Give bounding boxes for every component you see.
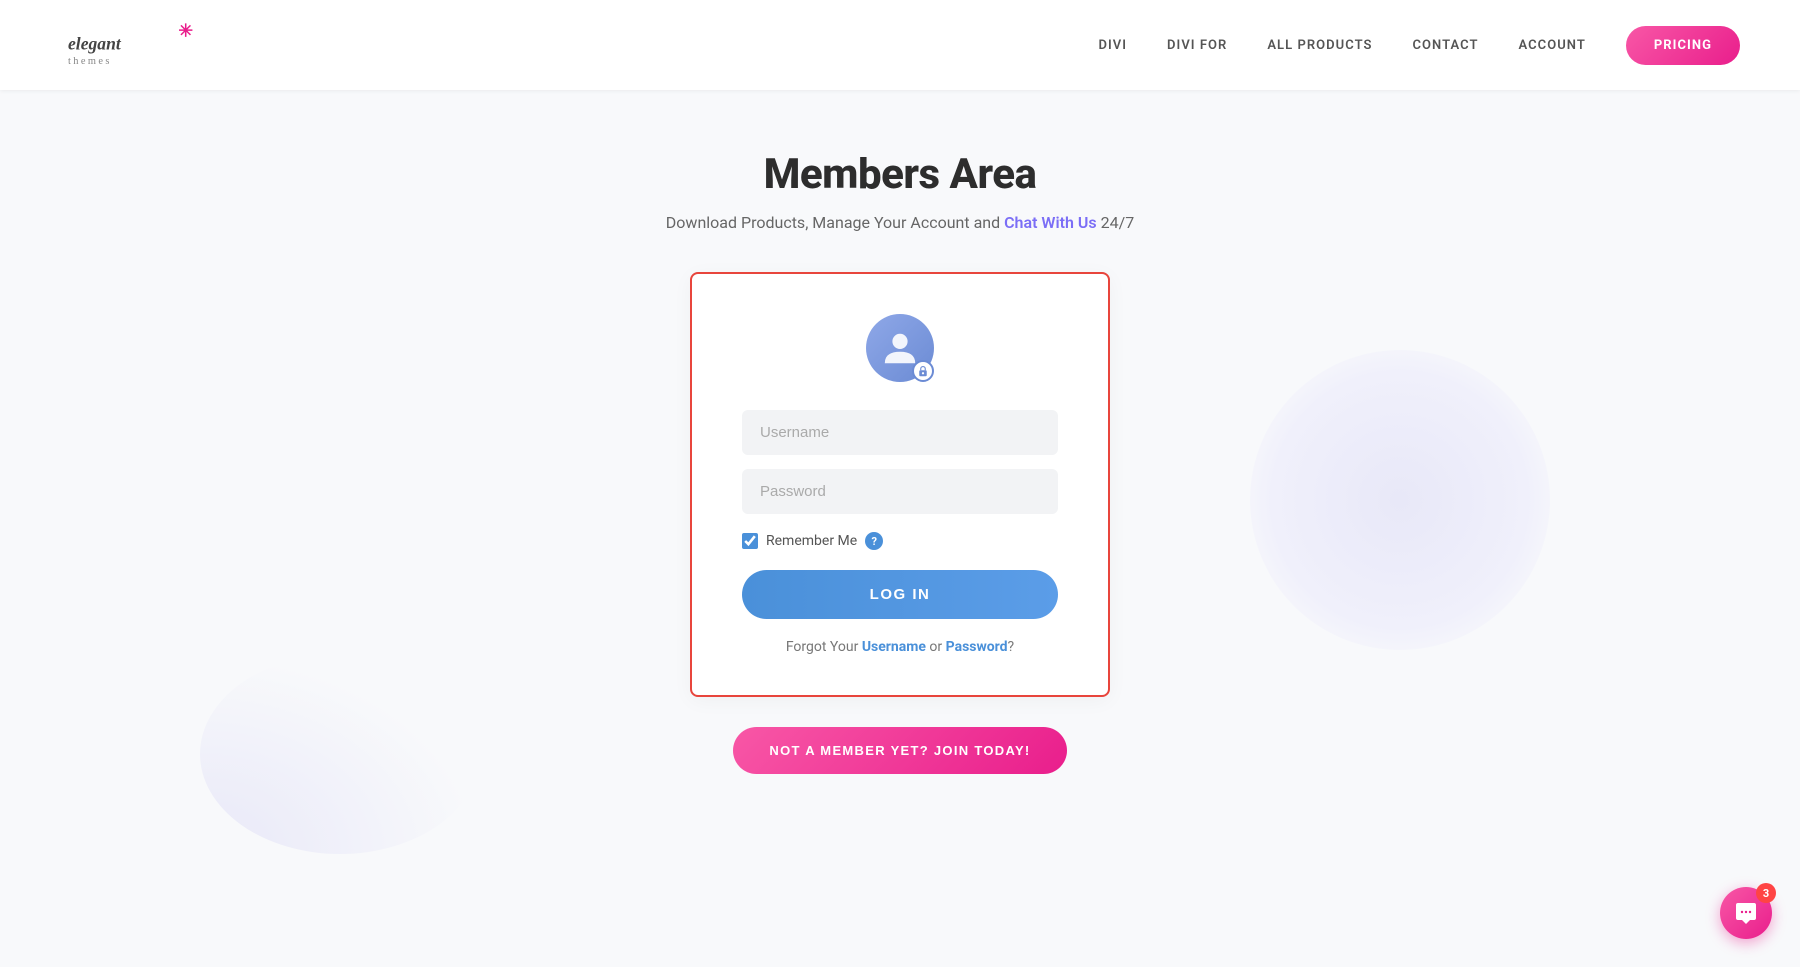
forgot-or: or (926, 639, 946, 655)
username-input[interactable] (742, 410, 1058, 455)
decorative-blob-right (1250, 350, 1550, 650)
header: ✳ elegant themes DIVI DIVI FOR ALL PRODU… (0, 0, 1800, 90)
forgot-password-link[interactable]: Password (946, 639, 1008, 655)
remember-me-label: Remember Me (766, 533, 857, 549)
pricing-button[interactable]: PRICING (1626, 26, 1740, 65)
forgot-prefix: Forgot Your (786, 639, 862, 655)
main-content: Members Area Download Products, Manage Y… (0, 90, 1800, 854)
user-avatar-icon (866, 314, 934, 382)
logo[interactable]: ✳ elegant themes (60, 15, 220, 75)
subtitle-suffix: 24/7 (1097, 213, 1135, 232)
password-input[interactable] (742, 469, 1058, 514)
svg-text:elegant: elegant (68, 33, 122, 53)
page-title: Members Area (764, 150, 1037, 199)
chat-bubble-icon (1734, 901, 1758, 925)
nav-item-divi-for[interactable]: DIVI FOR (1167, 38, 1227, 53)
svg-text:✳: ✳ (178, 21, 193, 41)
logo-icon: ✳ elegant themes (60, 15, 220, 75)
main-nav: DIVI DIVI FOR ALL PRODUCTS CONTACT ACCOU… (1098, 26, 1740, 65)
login-button[interactable]: LOG IN (742, 570, 1058, 619)
lock-icon (917, 365, 929, 377)
remember-me-checkbox[interactable] (742, 533, 758, 549)
chat-notification-badge: 3 (1756, 883, 1776, 903)
forgot-suffix: ? (1008, 639, 1015, 655)
forgot-username-link[interactable]: Username (862, 639, 926, 655)
join-button[interactable]: NOT A MEMBER YET? JOIN TODAY! (733, 727, 1066, 774)
svg-text:themes: themes (68, 56, 112, 67)
nav-item-all-products[interactable]: ALL PRODUCTS (1267, 38, 1372, 53)
nav-item-account[interactable]: ACCOUNT (1519, 38, 1586, 53)
chat-with-us-link[interactable]: Chat With Us (1004, 213, 1097, 232)
login-card: Remember Me ? LOG IN Forgot Your Usernam… (690, 272, 1110, 697)
remember-me-help-icon[interactable]: ? (865, 532, 883, 550)
page-subtitle: Download Products, Manage Your Account a… (666, 213, 1134, 232)
remember-me-row: Remember Me ? (742, 532, 1058, 550)
user-silhouette-icon (881, 329, 919, 367)
decorative-blob-left (200, 654, 480, 854)
lock-badge-icon (912, 360, 934, 382)
forgot-credentials-text: Forgot Your Username or Password? (786, 639, 1014, 655)
chat-widget[interactable]: 3 (1720, 887, 1772, 939)
subtitle-prefix: Download Products, Manage Your Account a… (666, 213, 1004, 232)
nav-item-divi[interactable]: DIVI (1098, 38, 1127, 53)
nav-item-contact[interactable]: CONTACT (1413, 38, 1479, 53)
